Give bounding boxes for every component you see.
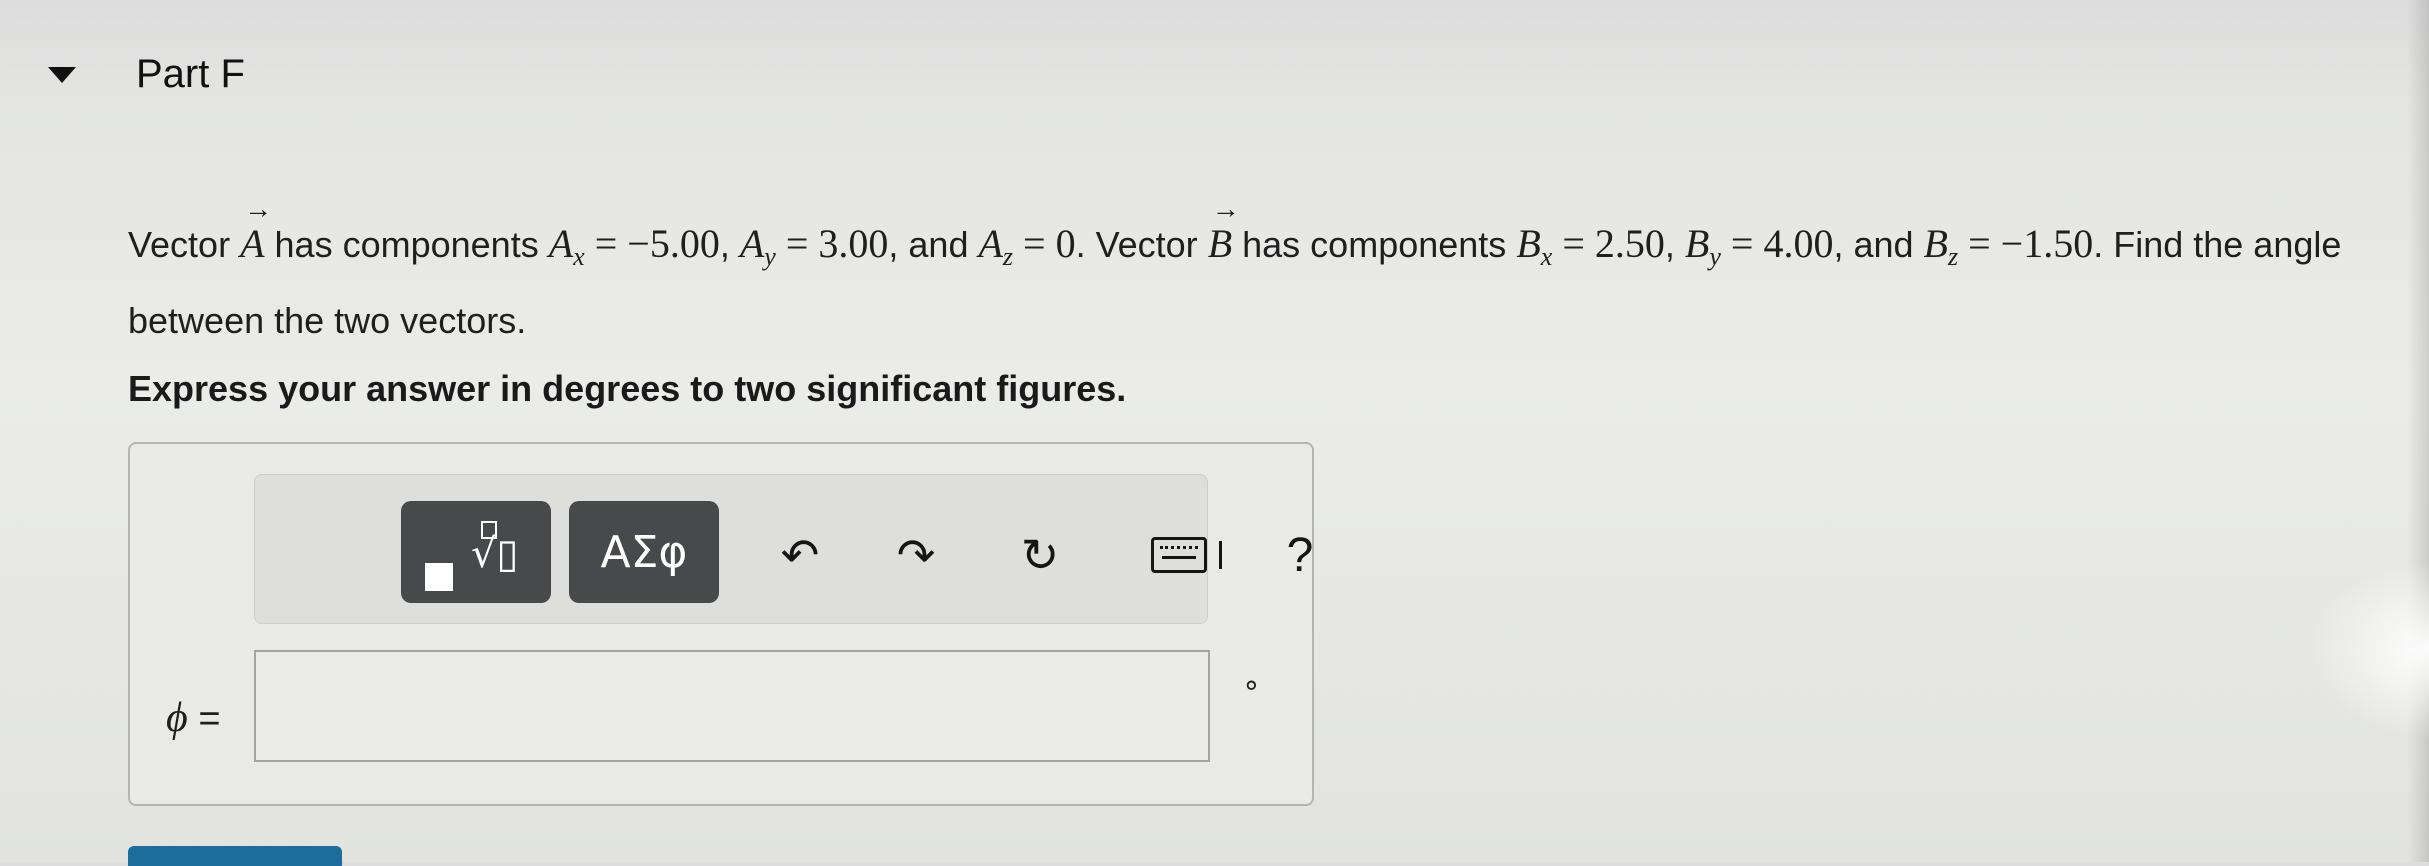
help-button[interactable]: ?: [1265, 515, 1335, 595]
az-value: 0: [1055, 221, 1076, 266]
bx-label: Bx: [1516, 221, 1553, 271]
text-vector: Vector: [128, 224, 231, 265]
equals-sign: =: [198, 698, 221, 740]
az-label: Az: [978, 221, 1014, 271]
answer-instruction: Express your answer in degrees to two si…: [128, 368, 1127, 409]
keyboard-icon: [1150, 537, 1207, 573]
by-value: 4.00: [1763, 221, 1834, 266]
problem-statement: Vector A has components Ax=−5.00, Ay=3.0…: [128, 178, 2408, 353]
vector-a-symbol: A: [240, 178, 273, 276]
templates-button[interactable]: √▯: [401, 501, 551, 603]
answer-panel: √▯ ΑΣφ ↶ ↷ ↻ ? ϕ = ∘: [128, 442, 1314, 806]
photo-glare: [2309, 560, 2429, 740]
ay-value: 3.00: [818, 221, 889, 266]
part-title: Part F: [136, 52, 245, 96]
undo-icon[interactable]: ↶: [765, 515, 835, 595]
reset-icon[interactable]: ↻: [1005, 515, 1075, 595]
redo-icon[interactable]: ↷: [881, 515, 951, 595]
text-has-components: has components: [274, 224, 539, 265]
submit-button[interactable]: [128, 846, 342, 866]
phi-symbol: ϕ: [166, 695, 188, 741]
text-and-2: , and: [1833, 224, 1914, 265]
ay-label: Ay: [739, 221, 776, 271]
math-toolbar: √▯ ΑΣφ ↶ ↷ ↻ ?: [254, 474, 1313, 624]
text-has-components-2: has components: [1242, 224, 1507, 265]
collapse-caret-icon[interactable]: [48, 66, 76, 83]
bx-value: 2.50: [1594, 221, 1665, 266]
vector-b-symbol: B: [1208, 178, 1241, 276]
bz-value: −1.50: [2000, 221, 2094, 266]
text-and-1: , and: [888, 224, 969, 265]
radical-icon: √▯: [471, 531, 519, 577]
text-vector-b-intro: . Vector: [1075, 224, 1198, 265]
ax-value: −5.00: [627, 221, 720, 266]
template-block-icon: [425, 563, 453, 591]
answer-input[interactable]: [254, 650, 1210, 762]
part-header[interactable]: Part F: [48, 52, 245, 97]
symbols-button[interactable]: ΑΣφ: [569, 501, 719, 603]
ax-label: Ax: [548, 221, 585, 271]
degree-unit: ∘: [1242, 669, 1261, 702]
answer-variable-label: ϕ =: [166, 694, 221, 742]
keyboard-shortcuts-icon[interactable]: [1131, 515, 1241, 595]
by-label: By: [1684, 221, 1721, 271]
bz-label: Bz: [1923, 221, 1959, 271]
cursor-bar-icon: [1218, 541, 1222, 569]
